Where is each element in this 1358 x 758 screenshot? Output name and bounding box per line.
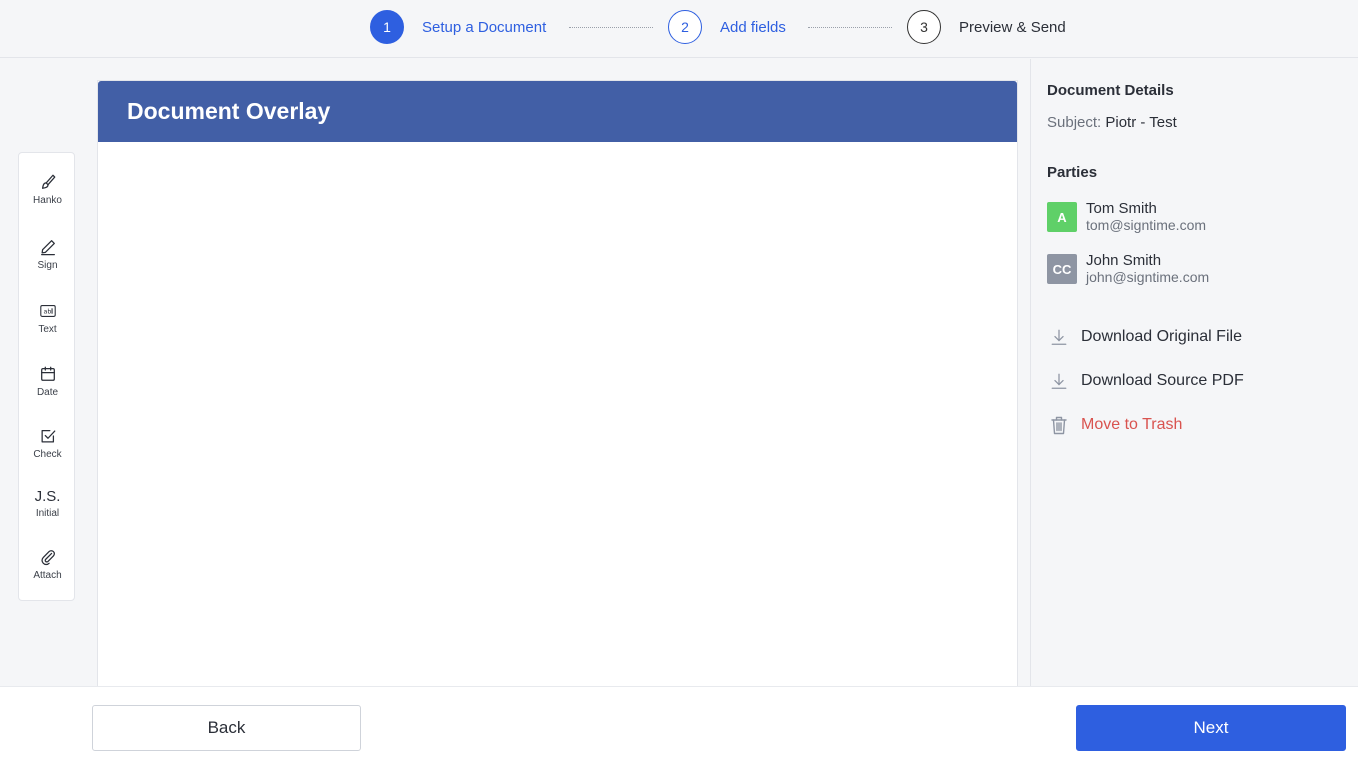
tool-label: Hanko: [33, 195, 62, 206]
stepper: 1 Setup a Document 2 Add fields 3 Previe…: [0, 0, 1358, 58]
move-to-trash-link[interactable]: Move to Trash: [1047, 413, 1182, 437]
document-header: Document Overlay: [98, 81, 1017, 142]
document-details-title: Document Details: [1047, 82, 1174, 99]
action-label: Move to Trash: [1081, 416, 1183, 433]
step-preview-send[interactable]: 3 Preview & Send: [907, 10, 1066, 44]
action-label: Download Source PDF: [1081, 372, 1244, 389]
step-connector: [569, 27, 653, 28]
document-canvas[interactable]: [98, 142, 1017, 687]
trash-icon: [1047, 413, 1071, 437]
tool-hanko[interactable]: Hanko: [19, 171, 76, 227]
step-setup-document[interactable]: 1 Setup a Document: [370, 10, 546, 44]
tool-attach[interactable]: Attach: [19, 546, 76, 602]
svg-text:ab: ab: [43, 309, 51, 316]
field-tools-palette: Hanko Sign ab Text Date Check J.S. Initi…: [18, 152, 75, 601]
tool-label: Initial: [35, 508, 60, 519]
tool-text[interactable]: ab Text: [19, 300, 76, 356]
step-label: Preview & Send: [959, 18, 1066, 36]
step-number: 3: [907, 10, 941, 44]
party-item: CC John Smith john@signtime.com: [1047, 252, 1209, 286]
step-number: 2: [668, 10, 702, 44]
parties-title: Parties: [1047, 164, 1098, 181]
tool-label: Text: [38, 324, 57, 335]
download-icon: [1047, 325, 1071, 349]
tool-check[interactable]: Check: [19, 425, 76, 481]
calendar-icon: [38, 363, 58, 385]
next-button[interactable]: Next: [1076, 705, 1346, 751]
subject-key: Subject:: [1047, 114, 1102, 131]
document-subject: Subject: Piotr - Test: [1047, 114, 1177, 131]
tool-label: Attach: [33, 570, 62, 581]
checkbox-icon: [38, 425, 58, 447]
tool-label: Check: [33, 449, 62, 460]
step-connector: [808, 27, 892, 28]
party-name: John Smith: [1086, 252, 1162, 269]
document-title: Document Overlay: [127, 98, 331, 124]
tool-label: Sign: [37, 260, 58, 271]
document-panel: Document Overlay: [97, 80, 1018, 687]
document-details-sidebar: Document Details Subject: Piotr - Test P…: [1030, 59, 1358, 686]
party-name: Tom Smith: [1086, 200, 1157, 217]
party-badge: A: [1047, 202, 1077, 232]
step-add-fields[interactable]: 2 Add fields: [668, 10, 786, 44]
pen-icon: [38, 236, 58, 258]
step-label: Setup a Document: [422, 18, 547, 36]
back-button[interactable]: Back: [92, 705, 361, 751]
footer-bar: Back Next: [0, 686, 1358, 758]
brush-icon: [38, 171, 58, 193]
tool-label: Date: [36, 387, 59, 398]
paperclip-icon: [38, 546, 58, 568]
tool-date[interactable]: Date: [19, 363, 76, 419]
party-badge: CC: [1047, 254, 1077, 284]
action-label: Download Original File: [1081, 328, 1242, 345]
tool-initial[interactable]: J.S. Initial: [19, 486, 76, 542]
party-item: A Tom Smith tom@signtime.com: [1047, 200, 1206, 234]
step-label: Add fields: [720, 18, 786, 36]
party-email: tom@signtime.com: [1086, 217, 1207, 233]
subject-value: Piotr - Test: [1105, 114, 1177, 131]
initials-icon: J.S.: [34, 488, 61, 505]
party-email: john@signtime.com: [1086, 269, 1210, 285]
tool-sign[interactable]: Sign: [19, 236, 76, 292]
text-field-icon: ab: [38, 300, 58, 322]
step-number: 1: [370, 10, 404, 44]
download-source-pdf-link[interactable]: Download Source PDF: [1047, 369, 1244, 393]
download-original-file-link[interactable]: Download Original File: [1047, 325, 1242, 349]
download-icon: [1047, 369, 1071, 393]
